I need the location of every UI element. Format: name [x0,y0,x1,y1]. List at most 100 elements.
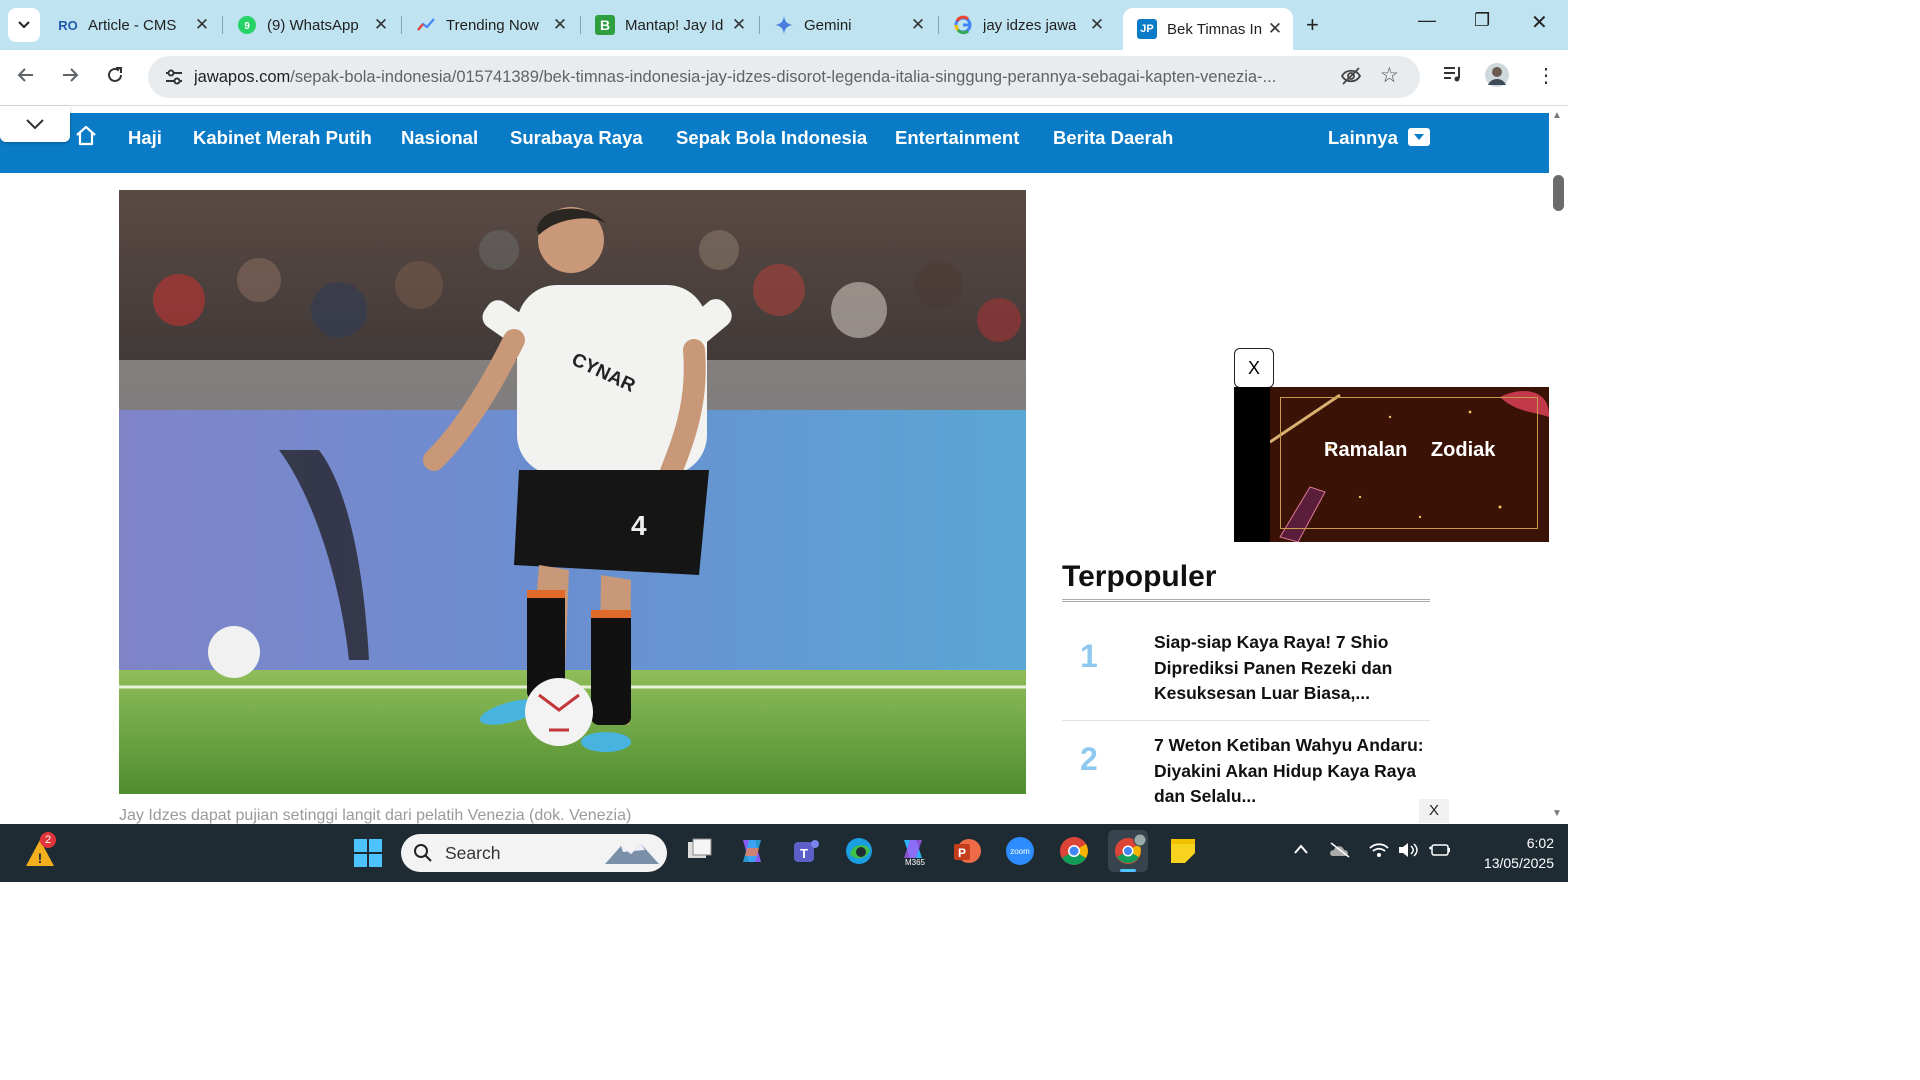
close-icon[interactable]: ✕ [1267,19,1283,39]
clock-date: 13/05/2025 [1483,855,1554,871]
close-icon[interactable]: ✕ [373,15,389,35]
close-icon[interactable]: ✕ [1089,15,1105,35]
ramalan-zodiak-ad[interactable]: Ramalan Zodiak [1234,387,1549,542]
close-window-button[interactable]: ✕ [1531,10,1548,35]
chevron-down-icon [26,119,44,130]
chrome-profile-icon[interactable] [1108,830,1148,872]
popular-rank: 2 [1080,741,1098,777]
onedrive-icon[interactable] [1329,842,1351,863]
arrow-left-icon [17,68,33,82]
close-icon[interactable]: ✕ [552,15,568,35]
nav-item-berita-daerah[interactable]: Berita Daerah [1053,127,1173,149]
chrome-icon[interactable] [1059,836,1089,866]
tab-bek-timnas[interactable]: JP Bek Timnas In ✕ [1123,8,1293,50]
cms-favicon-icon: RO [58,17,78,33]
wifi-icon[interactable] [1369,842,1389,863]
popular-divider [1062,720,1430,721]
sticky-notes-icon[interactable] [1168,836,1198,866]
tab-mantap-jay[interactable]: B Mantap! Jay Id ✕ [581,8,757,42]
jersey-number-text: 4 [631,510,647,541]
sticky-ad-close-button[interactable]: X [1419,799,1449,823]
home-icon[interactable] [74,124,98,153]
nav-item-entertainment[interactable]: Entertainment [895,127,1019,149]
popular-rank: 1 [1080,638,1098,674]
gemini-icon [774,15,794,35]
close-icon[interactable]: ✕ [194,15,210,35]
popular-title[interactable]: 7 Weton Ketiban Wahyu Andaru: Diyakini A… [1154,733,1424,810]
image-caption: Jay Idzes dapat pujian setinggi langit d… [119,807,632,824]
tab-article-cms[interactable]: RO Article - CMS ✕ [44,8,220,42]
google-icon [953,15,973,35]
svg-text:9: 9 [244,21,250,32]
nav-item-lainnya[interactable]: Lainnya [1328,127,1398,149]
windows-start-icon[interactable] [353,838,383,873]
tab-trending-now[interactable]: Trending Now ✕ [402,8,578,42]
new-tab-button[interactable]: + [1306,12,1319,38]
site-info-icon[interactable] [154,68,194,86]
scroll-down-icon[interactable]: ▼ [1552,808,1562,819]
minimize-button[interactable]: — [1418,10,1436,31]
reload-button[interactable] [105,65,125,91]
collapse-button[interactable] [0,106,70,142]
copilot-icon[interactable] [737,836,767,866]
close-icon[interactable]: ✕ [910,15,926,35]
trending-icon [416,15,436,35]
ad-frame [1280,397,1538,529]
edge-icon[interactable] [844,836,874,866]
clock-time: 6:02 [1526,835,1554,851]
notification-badge: 2 [40,832,56,848]
more-menu-icon[interactable]: ⋮ [1536,63,1556,88]
zoom-icon[interactable]: zoom [1005,836,1035,866]
jawapos-favicon-icon: JP [1137,19,1157,39]
whatsapp-icon: 9 [237,15,257,35]
back-button[interactable] [16,65,36,91]
search-highlight-icon [605,844,659,864]
media-control-icon[interactable] [1442,64,1464,90]
ad-title: Ramalan Zodiak [1324,439,1496,461]
article-hero-image: CYNAR 4 [119,190,1026,794]
tab-google-search[interactable]: jay idzes jawa ✕ [939,8,1115,42]
nav-item-surabaya-raya[interactable]: Surabaya Raya [510,127,643,149]
browser-tab-strip: RO Article - CMS ✕ 9 (9) WhatsApp ✕ Tren… [0,0,1568,50]
tab-whatsapp[interactable]: 9 (9) WhatsApp ✕ [223,8,399,42]
arrow-right-icon [63,68,79,82]
search-icon [414,844,432,862]
tab-gemini[interactable]: Gemini ✕ [760,8,936,42]
restore-button[interactable]: ❐ [1474,10,1490,31]
scrollbar-thumb[interactable] [1553,175,1564,211]
battery-icon[interactable] [1428,842,1452,863]
page-scrollbar[interactable] [1549,106,1568,824]
nav-item-nasional[interactable]: Nasional [401,127,478,149]
address-bar[interactable]: jawapos.com/sepak-bola-indonesia/0157413… [148,56,1420,98]
reload-icon [108,67,122,82]
system-clock[interactable]: 6:02 13/05/2025 [1462,833,1554,873]
microsoft-365-icon[interactable]: M365 [898,836,928,867]
tray-overflow-icon[interactable] [1293,842,1309,860]
nav-item-kabinet-merah-putih[interactable]: Kabinet Merah Putih [193,127,372,149]
taskbar-search[interactable]: Search [401,834,667,872]
teams-icon[interactable]: T [791,836,821,866]
powerpoint-icon[interactable]: P [952,836,982,866]
ad-close-button[interactable]: X [1234,348,1274,388]
volume-icon[interactable] [1397,842,1419,863]
popular-title[interactable]: Siap-siap Kaya Raya! 7 Shio Diprediksi P… [1154,630,1424,707]
svg-text:P: P [958,846,966,860]
zoom-label: zoom [1010,847,1030,856]
popular-heading: Terpopuler [1062,560,1217,593]
forward-button[interactable] [60,65,80,91]
eye-off-icon[interactable] [1340,66,1362,91]
caret-down-icon[interactable] [1408,128,1430,146]
svg-text:!: ! [38,850,43,866]
bookmark-star-icon[interactable]: ☆ [1380,63,1399,88]
scroll-up-icon[interactable]: ▲ [1552,110,1562,121]
nav-item-sepak-bola-indonesia[interactable]: Sepak Bola Indonesia [676,127,867,149]
close-icon[interactable]: ✕ [731,15,747,35]
tab-search-button[interactable] [8,8,40,42]
nav-item-haji[interactable]: Haji [128,127,162,149]
b-favicon-icon: B [595,15,615,35]
task-view-icon[interactable] [684,836,714,866]
m365-label: M365 [905,858,926,866]
browser-toolbar: jawapos.com/sepak-bola-indonesia/0157413… [0,50,1568,106]
profile-avatar[interactable] [1484,62,1510,94]
url-text: jawapos.com/sepak-bola-indonesia/0157413… [194,67,1277,86]
